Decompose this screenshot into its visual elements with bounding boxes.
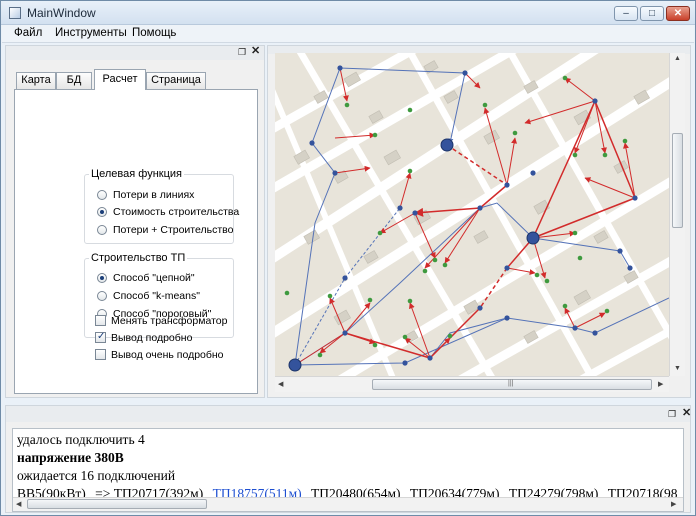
log-output[interactable]: удалось подключить 4 напряжение 380В ожи…	[12, 428, 684, 512]
checkbox-label: Вывод подробно	[111, 332, 193, 344]
radio-indicator-selected[interactable]	[97, 207, 107, 217]
tab-page[interactable]: Страница	[146, 72, 206, 89]
minimize-button[interactable]: –	[614, 6, 638, 21]
map-horizontal-scroll-thumb[interactable]: |||	[372, 379, 652, 390]
radio-indicator[interactable]	[97, 291, 107, 301]
radio-label: Потери + Строительство	[113, 224, 234, 236]
scroll-grip-icon: |||	[508, 380, 514, 387]
tp-construction-title: Строительство ТП	[89, 252, 188, 264]
log-horizontal-scroll-thumb[interactable]	[27, 499, 207, 509]
scroll-down-icon[interactable]: ▼	[674, 365, 681, 372]
title-bar[interactable]: MainWindow – □ ✕	[1, 1, 695, 25]
menu-file[interactable]: Файл	[14, 27, 42, 39]
checkbox-indicator[interactable]	[95, 349, 106, 360]
tab-calc[interactable]: Расчет	[94, 69, 146, 90]
checkbox-indicator[interactable]	[95, 315, 106, 326]
map-dock: ▲ ▼ ◀ ||| ▶	[267, 45, 691, 398]
close-icon[interactable]: ✕	[251, 46, 260, 57]
map-vertical-scrollbar[interactable]: ▲ ▼	[669, 53, 685, 376]
radio-indicator[interactable]	[97, 190, 107, 200]
scroll-right-icon[interactable]: ▶	[658, 380, 663, 388]
close-window-button[interactable]: ✕	[666, 6, 690, 21]
scroll-left-icon[interactable]: ◀	[278, 380, 283, 388]
log-line-voltage: напряжение 380В	[17, 450, 124, 465]
radio-label: Способ "цепной"	[113, 272, 195, 284]
target-function-group: Целевая функция Потери в линиях Стоимост…	[84, 168, 239, 244]
menu-bar: Файл Инструменты Помощь	[2, 25, 694, 43]
checkbox-label: Менять трансформатор	[111, 315, 228, 327]
map-vertical-scroll-thumb[interactable]	[672, 133, 683, 228]
scroll-left-icon[interactable]: ◀	[16, 500, 21, 508]
target-function-title: Целевая функция	[89, 168, 184, 180]
float-icon[interactable]: ❐	[668, 409, 676, 419]
menu-help[interactable]: Помощь	[132, 27, 176, 39]
settings-dock: ❐ ✕ Карта БД Расчет Страница Целевая фун…	[5, 45, 265, 398]
log-horizontal-scrollbar[interactable]: ◀ ▶	[13, 497, 683, 511]
radio-indicator-selected[interactable]	[97, 273, 107, 283]
tab-db[interactable]: БД	[56, 72, 92, 89]
radio-label: Стоимость строительства	[113, 206, 240, 218]
checkbox-label: Вывод очень подробно	[111, 349, 224, 361]
app-icon	[9, 7, 21, 19]
close-icon[interactable]: ✕	[682, 408, 691, 419]
radio-label: Способ "k-means"	[113, 290, 200, 302]
log-dock-header[interactable]: ❐ ✕	[6, 406, 691, 422]
menu-tools[interactable]: Инструменты	[55, 27, 127, 39]
checkbox-indicator-checked[interactable]	[95, 331, 106, 343]
float-icon[interactable]: ❐	[238, 47, 246, 57]
calc-tab-panel: Целевая функция Потери в линиях Стоимост…	[14, 89, 258, 394]
map-horizontal-scrollbar[interactable]: ◀ ||| ▶	[275, 376, 669, 392]
main-window: MainWindow – □ ✕ Файл Инструменты Помощь…	[0, 0, 696, 516]
radio-label: Потери в линиях	[113, 189, 195, 201]
log-line: ожидается 16 подключений	[17, 468, 176, 483]
window-title: MainWindow	[27, 6, 96, 20]
map-canvas[interactable]	[275, 53, 669, 376]
settings-dock-header[interactable]: ❐ ✕	[6, 46, 264, 60]
log-dock: ❐ ✕ удалось подключить 4 напряжение 380В…	[5, 405, 691, 513]
log-line: удалось подключить 4	[17, 432, 145, 447]
log-content: удалось подключить 4 напряжение 380В ожи…	[17, 431, 683, 503]
map-view[interactable]	[275, 53, 669, 376]
radio-indicator[interactable]	[97, 225, 107, 235]
scroll-right-icon[interactable]: ▶	[671, 500, 676, 508]
tab-map[interactable]: Карта	[16, 72, 56, 89]
scroll-up-icon[interactable]: ▲	[674, 55, 681, 62]
maximize-button[interactable]: □	[640, 6, 664, 21]
